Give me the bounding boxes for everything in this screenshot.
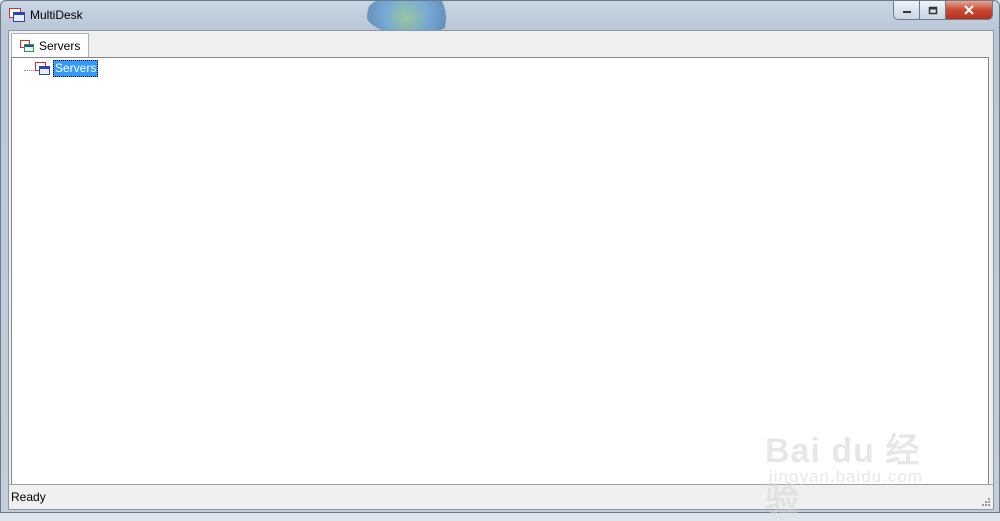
restore-button[interactable] bbox=[920, 1, 946, 20]
app-icon bbox=[9, 8, 25, 22]
status-text: Ready bbox=[11, 490, 46, 504]
status-bar: Ready bbox=[9, 484, 993, 509]
close-icon bbox=[964, 5, 974, 15]
servers-icon bbox=[35, 62, 50, 75]
tab-label: Servers bbox=[39, 38, 81, 53]
minimize-button[interactable] bbox=[893, 1, 920, 20]
close-button[interactable] bbox=[946, 1, 993, 20]
restore-icon bbox=[928, 6, 937, 14]
tab-strip: Servers bbox=[9, 31, 993, 57]
caption-buttons bbox=[893, 1, 993, 21]
app-window: MultiDesk Servers Servers Ready bbox=[0, 0, 1000, 513]
servers-icon bbox=[20, 39, 34, 52]
server-tree[interactable]: Servers bbox=[11, 57, 989, 485]
tab-servers[interactable]: Servers bbox=[11, 33, 90, 57]
client-area: Servers Servers Ready bbox=[8, 30, 994, 510]
window-title: MultiDesk bbox=[30, 8, 83, 22]
minimize-icon bbox=[902, 11, 911, 13]
resize-grip-icon[interactable] bbox=[980, 496, 991, 507]
tree-node-servers[interactable]: Servers bbox=[53, 60, 99, 77]
title-bar[interactable]: MultiDesk bbox=[1, 1, 999, 35]
